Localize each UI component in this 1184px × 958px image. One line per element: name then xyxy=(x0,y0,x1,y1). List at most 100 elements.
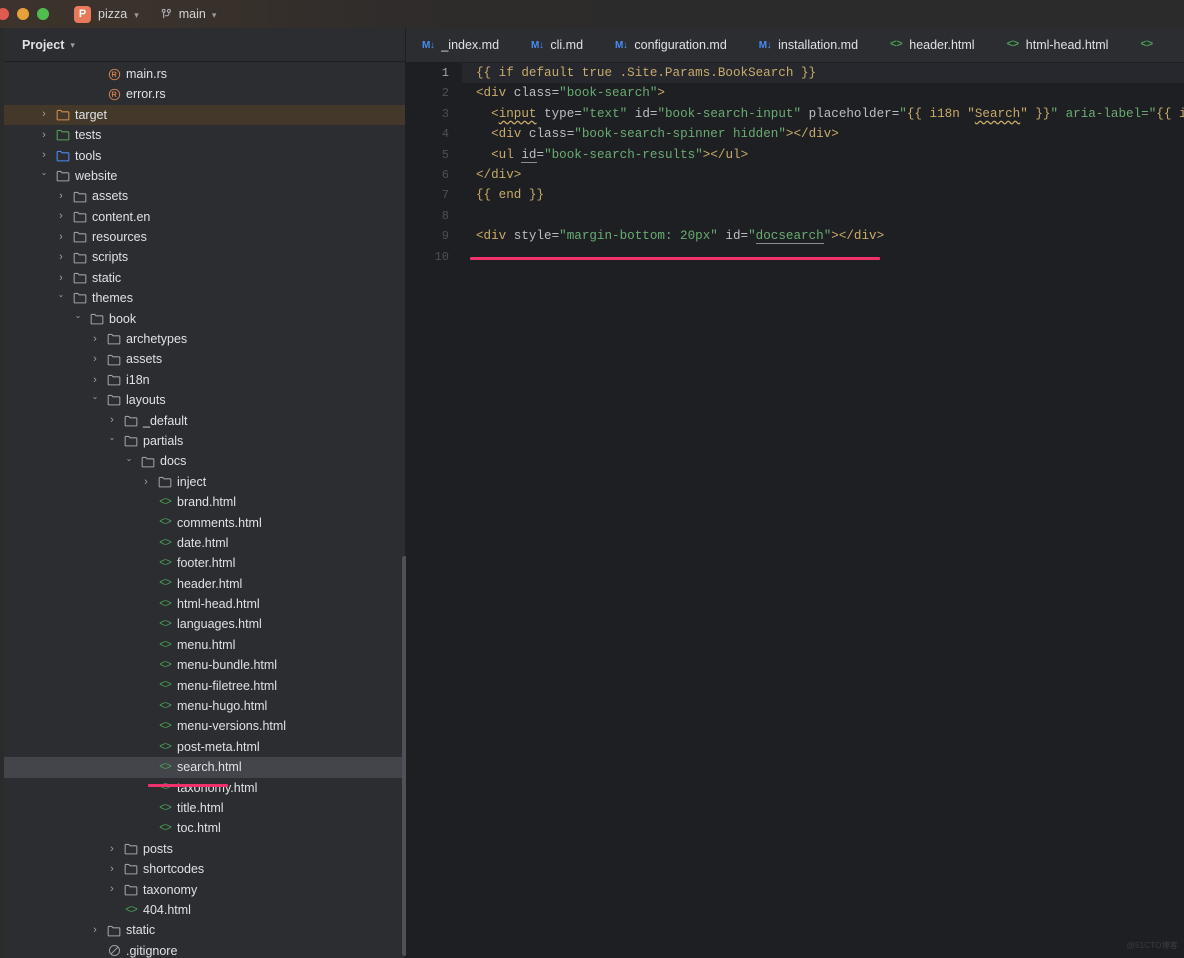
code-editor[interactable]: 1 2 3 4 5 6 7 8 9 10 {{ if default true .Site.Par… xyxy=(406,63,1184,958)
tree-item-partials[interactable]: partials xyxy=(4,431,405,451)
tree-item-languages-html[interactable]: <> languages.html xyxy=(4,615,405,635)
code-line[interactable] xyxy=(462,206,1184,226)
chevron-right-icon[interactable] xyxy=(106,415,118,426)
chevron-right-icon[interactable] xyxy=(89,334,101,345)
tree-item-search-html[interactable]: <> search.html xyxy=(4,757,405,778)
tree-item-themes[interactable]: themes xyxy=(4,288,405,308)
chevron-right-icon[interactable] xyxy=(38,150,50,161)
chevron-right-icon[interactable] xyxy=(55,211,67,222)
tree-item-header-html[interactable]: <> header.html xyxy=(4,574,405,594)
chevron-right-icon[interactable] xyxy=(106,884,118,895)
editor-tab-bar[interactable]: M↓ _index.md M↓ cli.md M↓ configuration.md M↓ i… xyxy=(406,28,1184,63)
tree-item-website[interactable]: website xyxy=(4,166,405,186)
tree-item-label: shortcodes xyxy=(143,862,205,877)
chevron-right-icon[interactable] xyxy=(106,844,118,855)
tree-item-assets[interactable]: assets xyxy=(4,186,405,206)
code-line[interactable]: <div class="book-search-spinner hidden">… xyxy=(462,124,1184,144)
code-line[interactable]: {{ if default true .Site.Params.BookSear… xyxy=(462,63,1184,84)
editor-tab-cli-md[interactable]: M↓ cli.md xyxy=(515,28,599,62)
code-line[interactable]: </div> xyxy=(462,165,1184,185)
chevron-right-icon[interactable] xyxy=(55,191,67,202)
editor-tab-overflow[interactable]: <> xyxy=(1124,28,1168,62)
tree-item-archetypes[interactable]: archetypes xyxy=(4,329,405,349)
tree-item-brand-html[interactable]: <> brand.html xyxy=(4,492,405,512)
tree-item-toc-html[interactable]: <> toc.html xyxy=(4,818,405,838)
tree-item-resources[interactable]: resources xyxy=(4,227,405,247)
chevron-right-icon[interactable] xyxy=(55,232,67,243)
tree-item-title-html[interactable]: <> title.html xyxy=(4,798,405,818)
tree-item-menu-versions-html[interactable]: <> menu-versions.html xyxy=(4,717,405,737)
tree-item-static[interactable]: static xyxy=(4,920,405,940)
tree-item-shortcodes[interactable]: shortcodes xyxy=(4,859,405,879)
tree-item-scripts[interactable]: scripts xyxy=(4,248,405,268)
tree-item-static[interactable]: static xyxy=(4,268,405,288)
tree-item-content-en[interactable]: content.en xyxy=(4,207,405,227)
tree-item-tests[interactable]: tests xyxy=(4,125,405,145)
chevron-right-icon[interactable] xyxy=(38,109,50,120)
tree-item-taxonomy[interactable]: taxonomy xyxy=(4,880,405,900)
chevron-right-icon[interactable] xyxy=(140,477,152,488)
tree-item-menu-hugo-html[interactable]: <> menu-hugo.html xyxy=(4,696,405,716)
chevron-right-icon[interactable] xyxy=(106,864,118,875)
chevron-right-icon[interactable] xyxy=(89,354,101,365)
chevron-down-icon[interactable]: ▾ xyxy=(70,41,75,50)
markdown-file-icon: M↓ xyxy=(422,39,435,51)
file-tree[interactable]: main.rs error.rs target tests tools website as… xyxy=(4,62,405,958)
tree-item-i18n[interactable]: i18n xyxy=(4,370,405,390)
minimize-window-button[interactable] xyxy=(17,8,29,20)
tree-item-label: posts xyxy=(143,841,173,856)
code-line[interactable]: <ul id="book-search-results"></ul> xyxy=(462,145,1184,165)
code-line[interactable]: <div class="book-search"> xyxy=(462,83,1184,103)
tree-item-menu-filetree-html[interactable]: <> menu-filetree.html xyxy=(4,676,405,696)
tree-item-post-meta-html[interactable]: <> post-meta.html xyxy=(4,737,405,757)
tree-item-footer-html[interactable]: <> footer.html xyxy=(4,553,405,573)
tree-item-taxonomy-html[interactable]: <> taxonomy.html xyxy=(4,778,405,798)
chevron-right-icon[interactable] xyxy=(38,130,50,141)
tree-item-menu-html[interactable]: <> menu.html xyxy=(4,635,405,655)
tree-item-docs[interactable]: docs xyxy=(4,451,405,471)
html-file-icon: <> xyxy=(890,39,903,51)
tree-item-layouts[interactable]: layouts xyxy=(4,390,405,410)
tree-item--gitignore[interactable]: .gitignore xyxy=(4,941,405,958)
chevron-down-icon[interactable] xyxy=(38,172,50,180)
tree-item-main-rs[interactable]: main.rs xyxy=(4,64,405,84)
chevron-right-icon[interactable] xyxy=(55,273,67,284)
branch-selector[interactable]: main ▾ xyxy=(160,7,216,21)
tree-item-html-head-html[interactable]: <> html-head.html xyxy=(4,594,405,614)
code-line[interactable]: {{ end }} xyxy=(462,185,1184,205)
tree-item-posts[interactable]: posts xyxy=(4,839,405,859)
tree-item-404-html[interactable]: <> 404.html xyxy=(4,900,405,920)
tree-item-inject[interactable]: inject xyxy=(4,472,405,492)
html-file-icon: <> xyxy=(159,495,172,509)
chevron-right-icon[interactable] xyxy=(55,252,67,263)
tree-item-error-rs[interactable]: error.rs xyxy=(4,84,405,104)
chevron-down-icon[interactable] xyxy=(106,437,118,445)
close-window-button[interactable] xyxy=(0,8,9,20)
tree-item-target[interactable]: target xyxy=(4,104,405,126)
project-panel-header[interactable]: Project ▾ xyxy=(4,28,405,62)
editor-tab-header-html[interactable]: <> header.html xyxy=(874,28,991,62)
code-content[interactable]: {{ if default true .Site.Params.BookSear… xyxy=(462,63,1184,958)
tree-item-date-html[interactable]: <> date.html xyxy=(4,533,405,553)
editor-tab-configuration-md[interactable]: M↓ configuration.md xyxy=(599,28,743,62)
line-number: 6 xyxy=(441,167,449,182)
editor-tab-installation-md[interactable]: M↓ installation.md xyxy=(743,28,874,62)
project-selector[interactable]: P pizza ▾ xyxy=(74,5,139,23)
tree-item-tools[interactable]: tools xyxy=(4,146,405,166)
tree-item-menu-bundle-html[interactable]: <> menu-bundle.html xyxy=(4,655,405,675)
tree-item-book[interactable]: book xyxy=(4,309,405,329)
chevron-down-icon[interactable] xyxy=(55,294,67,302)
tree-item-assets[interactable]: assets xyxy=(4,349,405,369)
chevron-right-icon[interactable] xyxy=(89,925,101,936)
chevron-down-icon[interactable] xyxy=(72,315,84,323)
tree-item--default[interactable]: _default xyxy=(4,411,405,431)
code-line[interactable]: <div style="margin-bottom: 20px" id="doc… xyxy=(462,226,1184,246)
maximize-window-button[interactable] xyxy=(37,8,49,20)
chevron-right-icon[interactable] xyxy=(89,375,101,386)
chevron-down-icon[interactable] xyxy=(123,458,135,466)
tree-item-comments-html[interactable]: <> comments.html xyxy=(4,513,405,533)
editor-tab-html-head-html[interactable]: <> html-head.html xyxy=(991,28,1125,62)
chevron-down-icon[interactable] xyxy=(89,396,101,404)
code-line[interactable]: <input type="text" id="book-search-input… xyxy=(462,104,1184,124)
editor-tab--index-md[interactable]: M↓ _index.md xyxy=(406,28,515,62)
